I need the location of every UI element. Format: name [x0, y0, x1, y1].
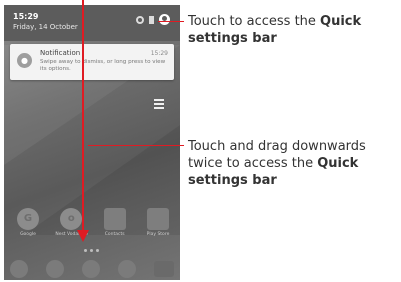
callout-line-1 — [158, 21, 184, 22]
dock — [10, 260, 174, 278]
callout-line-2 — [88, 145, 184, 146]
app-label: Contacts — [104, 232, 125, 237]
play-store-icon — [146, 208, 169, 230]
notification-title: Notification — [40, 49, 81, 57]
app-play-store[interactable]: Play Store — [142, 208, 174, 237]
app-google[interactable]: G Google — [12, 208, 44, 237]
google-icon: G — [17, 208, 39, 230]
drag-arrow-line — [82, 0, 84, 232]
bell-icon: ● — [17, 53, 32, 68]
notification-time: 15:29 — [150, 50, 168, 57]
settings-icon[interactable] — [136, 15, 144, 24]
messages-icon[interactable] — [46, 260, 64, 278]
apps-drawer-icon[interactable] — [82, 260, 100, 278]
user-icon[interactable] — [159, 14, 170, 25]
browser-icon[interactable] — [118, 260, 136, 278]
app-contacts[interactable]: Contacts — [99, 208, 131, 237]
annotation-quick-settings-touch: Touch to access the Quick settings bar — [188, 13, 398, 47]
app-row: G Google o Nest Vodafone Contacts Play S… — [12, 208, 174, 237]
annotation-text: Touch to access the — [188, 14, 321, 29]
app-label: Google — [20, 232, 36, 237]
status-icons — [136, 14, 170, 25]
battery-icon — [149, 15, 154, 24]
drag-arrow-head — [77, 230, 89, 242]
status-time: 15:29 — [13, 12, 39, 21]
notification-body: Swipe away to dismiss, or long press to … — [40, 59, 166, 72]
menu-icon[interactable] — [154, 99, 164, 111]
phone-icon[interactable] — [10, 260, 28, 278]
annotation-quick-settings-drag: Touch and drag downwards twice to access… — [188, 138, 400, 189]
status-bar[interactable]: 15:29 Friday, 14 October — [4, 5, 180, 41]
phone-screen: 15:29 Friday, 14 October ● Notification … — [4, 5, 180, 280]
camera-icon[interactable] — [154, 261, 174, 277]
contacts-icon — [103, 208, 126, 230]
vodafone-icon: o — [60, 208, 83, 230]
page-indicator — [84, 249, 99, 252]
status-date: Friday, 14 October — [13, 23, 78, 31]
app-label: Play Store — [146, 232, 170, 237]
notification-card[interactable]: ● Notification 15:29 Swipe away to dismi… — [10, 44, 174, 80]
